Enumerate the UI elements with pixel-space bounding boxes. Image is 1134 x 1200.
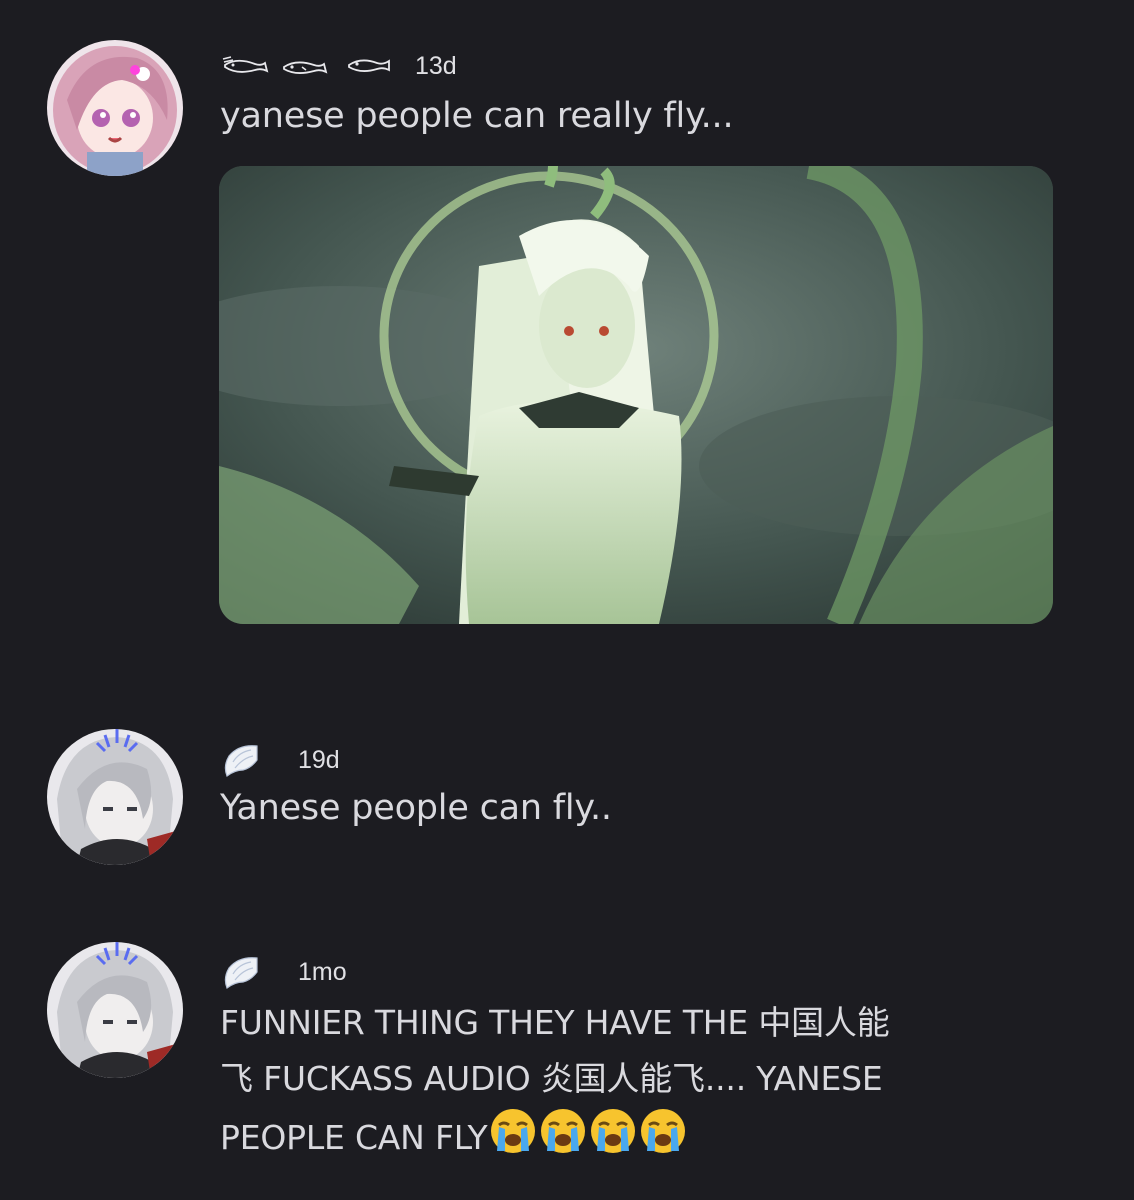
- comment-timestamp: 1mo: [298, 957, 347, 986]
- fish-icon: [348, 59, 390, 72]
- user-flair: [221, 740, 261, 780]
- avatar-pink-hair[interactable]: [47, 40, 183, 176]
- loudly-crying-face-emoji: [489, 1107, 537, 1172]
- avatar-silver-hair[interactable]: [47, 942, 183, 1078]
- comment-text-line-3-text: PEOPLE CAN FLY: [220, 1118, 488, 1157]
- comment-text: yanese people can really fly...: [220, 96, 734, 136]
- comment-image[interactable]: [219, 166, 1053, 624]
- comment-text-line-1: FUNNIER THING THEY HAVE THE 中国人能: [220, 1003, 890, 1042]
- loudly-crying-face-emoji: [589, 1107, 637, 1172]
- comment-text: Yanese people can fly..: [220, 788, 612, 828]
- comment-text-line-2: 飞 FUCKASS AUDIO 炎国人能飞.... YANESE: [220, 1059, 883, 1098]
- avatar-image: [47, 729, 183, 865]
- fish-icon: [222, 56, 269, 73]
- fish-icon: [283, 61, 328, 74]
- avatar-silver-hair[interactable]: [47, 729, 183, 865]
- comment-meta: 1mo: [221, 952, 347, 992]
- comment-text: FUNNIER THING THEY HAVE THE 中国人能 飞 FUCKA…: [220, 995, 890, 1172]
- comment-timestamp: 13d: [415, 51, 457, 80]
- loudly-crying-face-emoji: [639, 1107, 687, 1172]
- user-flair: [221, 952, 261, 992]
- comment-text-line-3: PEOPLE CAN FLY: [220, 1107, 687, 1172]
- comment-meta: 19d: [221, 740, 340, 780]
- comment-1: 13d yanese people can really fly...: [0, 0, 1134, 660]
- angel-wing-icon: [224, 745, 258, 777]
- comment-timestamp: 19d: [298, 745, 340, 774]
- angel-wing-icon: [224, 957, 258, 989]
- avatar-image: [47, 40, 183, 176]
- avatar-image: [47, 942, 183, 1078]
- loudly-crying-face-emoji: [539, 1107, 587, 1172]
- comment-meta: 13d: [221, 46, 457, 86]
- user-flair: [221, 55, 395, 77]
- anime-character-image: [219, 166, 1053, 624]
